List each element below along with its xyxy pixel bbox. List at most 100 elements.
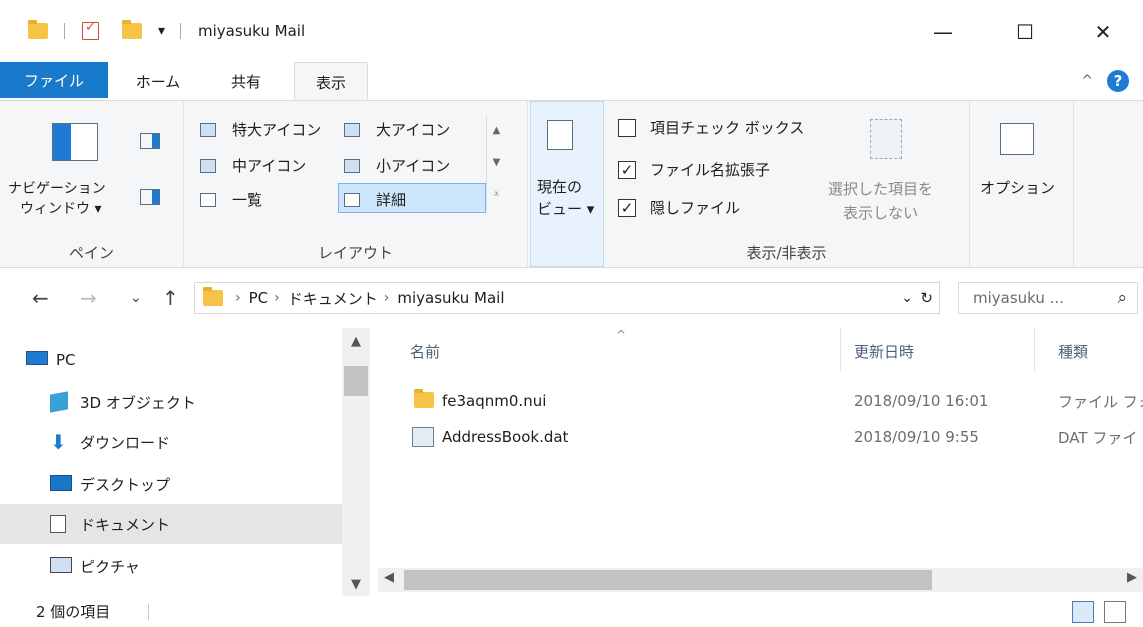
tab-file[interactable]: ファイル <box>0 62 108 98</box>
file-type: ファイル フォ <box>1058 392 1143 411</box>
navigation-pane-button[interactable]: ナビゲーション ウィンドウ ▾ <box>8 179 106 219</box>
nav-scroll-thumb[interactable] <box>344 366 368 396</box>
nav-item-downloads[interactable]: ⬇ ダウンロード <box>0 422 342 462</box>
gallery-up-icon[interactable]: ▲ <box>487 115 506 147</box>
title-bar: ▾ miyasuku Mail — ☐ ✕ <box>0 0 1143 62</box>
file-name: fe3aqnm0.nui <box>442 392 547 410</box>
hide-selected-button[interactable]: 選択した項目を 表示しない <box>828 177 933 225</box>
item-checkboxes-checkbox[interactable] <box>618 119 636 137</box>
details-view-icon[interactable] <box>1072 601 1094 623</box>
nav-item-pictures[interactable]: ピクチャ <box>0 546 342 586</box>
layout-medium[interactable]: 中アイコン <box>232 155 306 176</box>
search-input[interactable]: miyasuku ... ⌕ <box>958 282 1138 314</box>
table-row[interactable]: fe3aqnm0.nui 2018/09/10 16:01 ファイル フォ <box>370 386 1143 416</box>
column-header-name[interactable]: 名前 <box>410 341 440 362</box>
tab-home[interactable]: ホーム <box>118 62 198 100</box>
nav-item-desktop[interactable]: デスクトップ <box>0 464 342 504</box>
hide-selected-icon <box>870 119 902 159</box>
large-icons-view-icon[interactable] <box>1104 601 1126 623</box>
table-row[interactable]: AddressBook.dat 2018/09/10 9:55 DAT ファイ <box>370 422 1143 452</box>
layout-extra-large[interactable]: 特大アイコン <box>232 119 321 140</box>
layout-details[interactable]: 詳細 <box>376 189 406 210</box>
column-header-modified[interactable]: 更新日時 <box>854 341 914 362</box>
file-type: DAT ファイ <box>1058 428 1138 447</box>
tab-view[interactable]: 表示 <box>294 62 368 101</box>
3d-objects-icon <box>50 391 72 413</box>
medium-icons-icon <box>200 159 216 173</box>
folder-icon <box>203 287 223 306</box>
collapse-ribbon-icon[interactable]: ^ <box>1081 73 1093 89</box>
folder-icon <box>414 389 434 408</box>
tab-share[interactable]: 共有 <box>206 62 286 100</box>
layout-group: 特大アイコン 大アイコン 中アイコン 小アイコン 一覧 詳細 レイアウト <box>184 101 528 267</box>
nav-item-pc[interactable]: PC <box>0 340 342 380</box>
details-pane-icon[interactable] <box>140 189 160 205</box>
navigation-pane-icon[interactable] <box>52 123 98 161</box>
layout-small[interactable]: 小アイコン <box>376 155 450 176</box>
hscroll-thumb[interactable] <box>404 570 932 590</box>
pc-icon <box>26 351 48 369</box>
search-icon[interactable]: ⌕ <box>1117 288 1127 308</box>
current-view-button[interactable]: 現在の ビュー ▾ <box>537 176 594 220</box>
current-view-icon <box>547 120 573 150</box>
address-dropdown-icon[interactable]: ⌄ <box>901 290 913 306</box>
nav-pane-scrollbar[interactable]: ▲ ▼ <box>342 328 370 596</box>
desktop-icon <box>50 475 72 493</box>
back-button[interactable]: ← <box>32 286 49 310</box>
qat-customize-button[interactable]: ▾ <box>158 18 165 44</box>
file-name: AddressBook.dat <box>442 428 569 446</box>
address-bar[interactable]: › PC › ドキュメント › miyasuku Mail ⌄ ↻ <box>194 282 940 314</box>
hidden-items-checkbox[interactable]: ✓ <box>618 199 636 217</box>
maximize-button[interactable]: ☐ <box>1002 14 1048 50</box>
gallery-more-icon[interactable]: ⩡ <box>487 179 506 211</box>
details-icon <box>344 193 360 207</box>
item-checkboxes-label: 項目チェック ボックス <box>650 119 805 137</box>
up-button[interactable]: ↑ <box>162 286 179 310</box>
new-folder-icon[interactable] <box>122 18 142 44</box>
layout-gallery-scroll[interactable]: ▲ ▼ ⩡ <box>486 115 506 211</box>
extra-large-icons-icon <box>200 123 216 137</box>
breadcrumb-pc[interactable]: PC <box>249 289 269 307</box>
scroll-right-icon[interactable]: ▶ <box>1127 570 1137 585</box>
scroll-left-icon[interactable]: ◀ <box>384 570 394 585</box>
show-hide-group: 項目チェック ボックス ✓ ファイル名拡張子 ✓ 隠しファイル 選択した項目を … <box>604 101 970 267</box>
refresh-icon[interactable]: ↻ <box>920 289 933 307</box>
large-icons-icon <box>344 123 360 137</box>
download-icon: ⬇ <box>50 430 67 454</box>
current-view-group[interactable]: 現在の ビュー ▾ <box>530 101 604 267</box>
column-header-type[interactable]: 種類 <box>1058 341 1088 362</box>
close-button[interactable]: ✕ <box>1080 14 1126 50</box>
scroll-up-icon[interactable]: ▲ <box>342 334 370 349</box>
layout-large[interactable]: 大アイコン <box>376 119 450 140</box>
file-extensions-checkbox[interactable]: ✓ <box>618 161 636 179</box>
documents-icon <box>50 515 72 533</box>
nav-item-3d-objects[interactable]: 3D オブジェクト <box>0 382 342 422</box>
address-row: ← → ⌄ ↑ › PC › ドキュメント › miyasuku Mail ⌄ … <box>0 268 1143 328</box>
scroll-down-icon[interactable]: ▼ <box>342 577 370 592</box>
breadcrumb-miyasuku-mail[interactable]: miyasuku Mail <box>397 289 504 307</box>
help-icon[interactable]: ? <box>1107 70 1129 92</box>
preview-pane-icon[interactable] <box>140 133 160 149</box>
minimize-button[interactable]: — <box>920 14 966 50</box>
file-modified: 2018/09/10 9:55 <box>854 428 979 446</box>
sort-indicator-icon: ^ <box>616 328 627 342</box>
file-modified: 2018/09/10 16:01 <box>854 392 989 410</box>
file-list-hscrollbar[interactable]: ◀ ▶ <box>378 568 1143 592</box>
options-icon <box>1000 123 1034 155</box>
list-icon <box>200 193 216 207</box>
options-button[interactable]: オプション <box>980 177 1055 198</box>
file-icon <box>412 427 434 447</box>
layout-list[interactable]: 一覧 <box>232 189 262 210</box>
hidden-items-label: 隠しファイル <box>650 199 741 217</box>
forward-button[interactable]: → <box>80 286 97 310</box>
window-title: miyasuku Mail <box>198 22 306 40</box>
breadcrumb-documents[interactable]: ドキュメント <box>288 288 378 309</box>
pane-group: ナビゲーション ウィンドウ ▾ ペイン <box>0 101 184 267</box>
gallery-down-icon[interactable]: ▼ <box>487 147 506 179</box>
recent-locations-button[interactable]: ⌄ <box>130 290 142 306</box>
properties-icon[interactable] <box>82 18 99 44</box>
nav-item-documents[interactable]: ドキュメント <box>0 504 342 544</box>
pane-group-label: ペイン <box>68 244 114 262</box>
options-group[interactable]: オプション <box>970 101 1074 267</box>
item-count: 2 個の項目 <box>36 603 111 621</box>
